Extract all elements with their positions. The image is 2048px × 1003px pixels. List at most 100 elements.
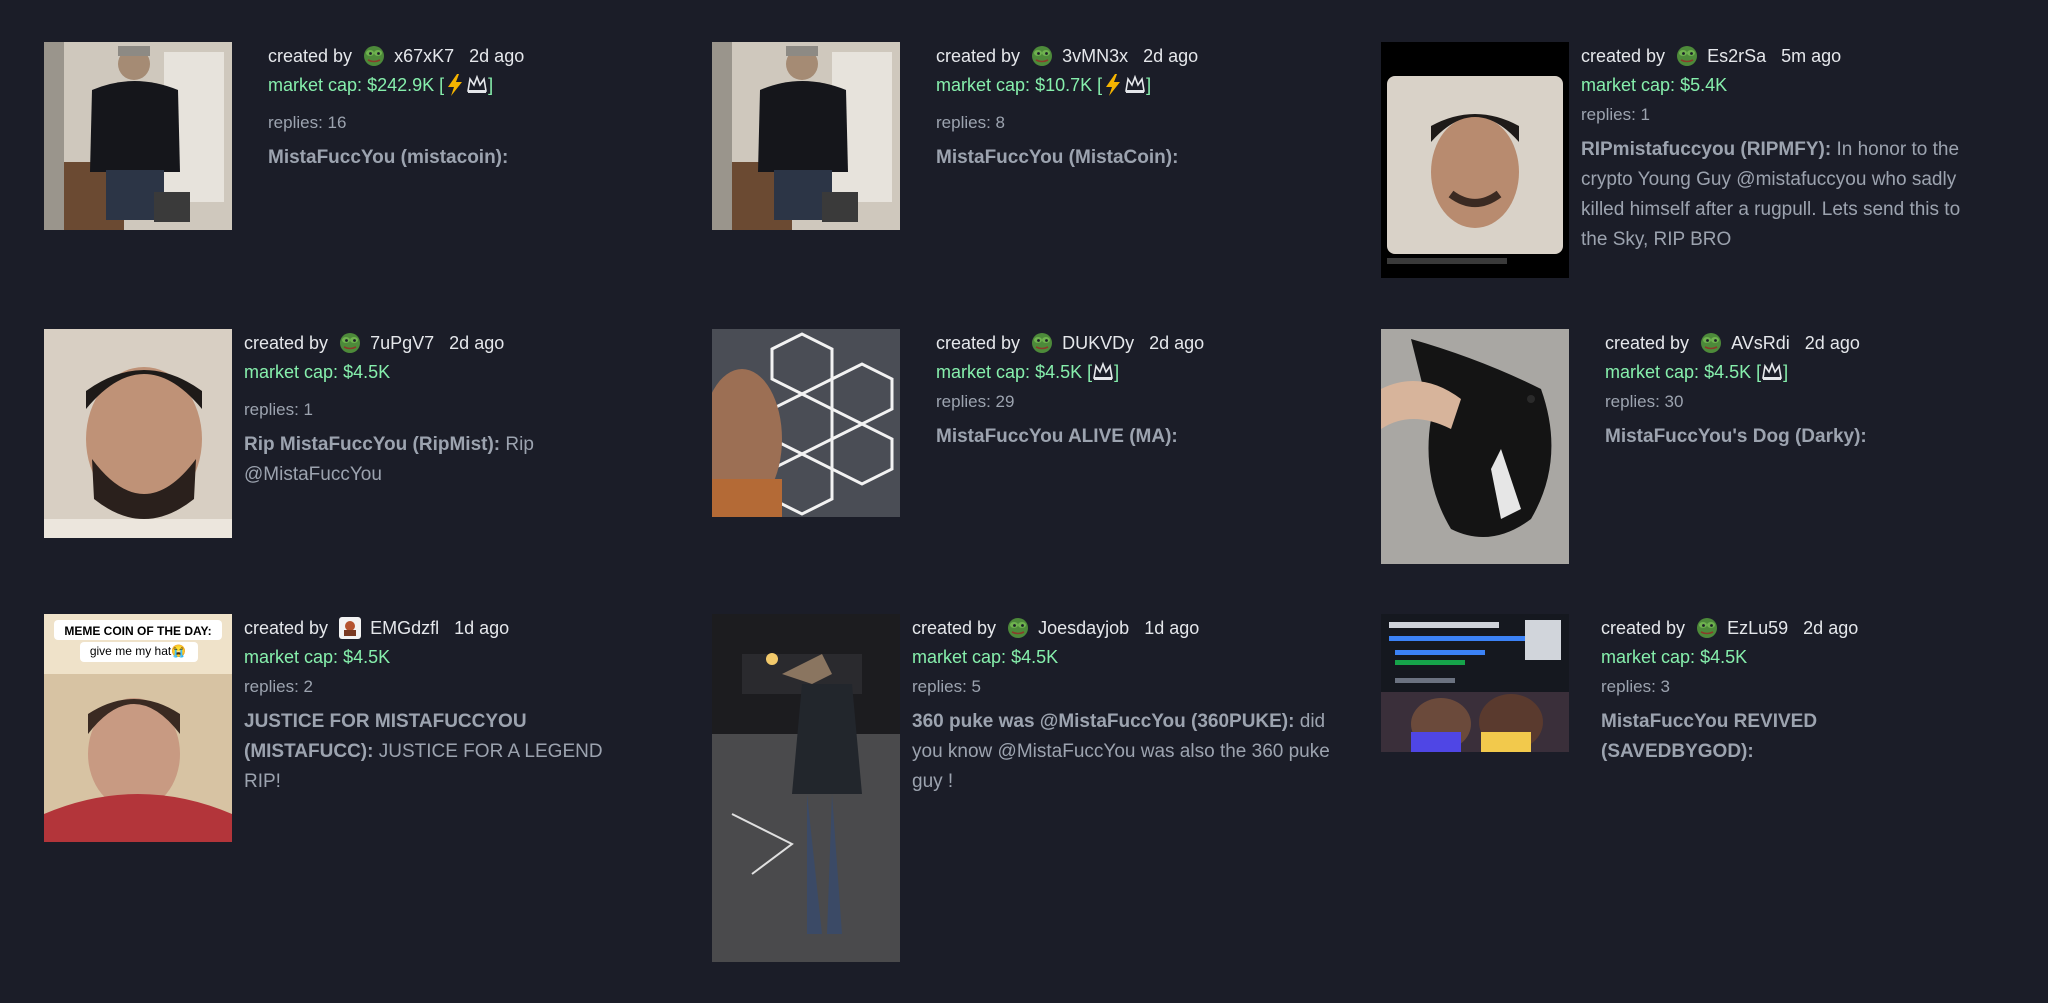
creator-username[interactable]: 7uPgV7 — [370, 333, 434, 353]
creator-username[interactable]: EMGdzfl — [370, 618, 439, 638]
coin-card[interactable]: created by Joesdayjob 1d ago market cap:… — [712, 614, 1332, 962]
market-cap: market cap: $4.5K — [912, 643, 1332, 672]
coin-image[interactable]: MEME COIN OF THE DAY: give me my hat😭 — [44, 614, 232, 842]
replies-label: replies: — [1605, 392, 1660, 411]
crown-icon — [1762, 363, 1782, 381]
hat-avatar-icon[interactable] — [339, 617, 362, 639]
man-parking-lot-image — [712, 614, 900, 962]
creator-username[interactable]: x67xK7 — [394, 46, 454, 66]
creator-line: created by DUKVDy 2d ago — [936, 329, 1204, 358]
market-cap-label: market cap: — [936, 75, 1031, 95]
coin-description: MistaFuccYou's Dog (Darky): — [1605, 422, 1867, 452]
man-puffer-jacket-image — [712, 42, 900, 230]
created-by-label: created by — [936, 46, 1021, 66]
replies-label: replies: — [936, 392, 991, 411]
created-by-label: created by — [268, 46, 353, 66]
coin-info: created by x67xK7 2d ago market cap: $24… — [268, 42, 524, 173]
pepe-frog-icon[interactable] — [339, 332, 361, 354]
created-by-label: created by — [936, 333, 1021, 353]
lightning-icon — [1106, 74, 1121, 96]
coin-description: MistaFuccYou (mistacoin): — [268, 143, 524, 173]
market-cap-value: $242.9K — [367, 75, 435, 95]
coin-card[interactable]: created by AVsRdi 2d ago market cap: $4.… — [1381, 329, 1867, 564]
creator-username[interactable]: Es2rSa — [1707, 46, 1766, 66]
market-cap-label: market cap: — [268, 75, 363, 95]
creator-line: created by 3vMN3x 2d ago — [936, 42, 1198, 71]
replies-label: replies: — [244, 677, 299, 696]
creator-username[interactable]: EzLu59 — [1727, 618, 1788, 638]
coin-title: MistaFuccYou ALIVE (MA): — [936, 426, 1178, 447]
market-cap-value: $5.4K — [1680, 75, 1728, 95]
coin-image[interactable] — [1381, 329, 1569, 564]
market-cap: market cap: $5.4K — [1581, 71, 1981, 100]
coin-title: RIPmistafuccyou (RIPMFY): — [1581, 139, 1832, 160]
coin-image[interactable] — [44, 42, 232, 230]
replies-value: 1 — [303, 400, 314, 419]
created-time: 2d ago — [1803, 618, 1859, 638]
market-cap: market cap: $4.5K [] — [936, 358, 1204, 387]
coin-card[interactable]: created by 3vMN3x 2d ago market cap: $10… — [712, 42, 1198, 230]
replies-value: 29 — [995, 392, 1015, 411]
coin-description: JUSTICE FOR MISTAFUCCYOU (MISTAFUCC): JU… — [244, 707, 644, 797]
replies-count: replies: 1 — [1581, 100, 1981, 129]
pepe-frog-icon[interactable] — [1007, 617, 1029, 639]
coin-grid: created by x67xK7 2d ago market cap: $24… — [0, 0, 2048, 1003]
pepe-frog-icon[interactable] — [1676, 45, 1698, 67]
badges: [] — [1097, 74, 1152, 96]
coin-image[interactable] — [712, 329, 900, 517]
crown-icon — [467, 76, 487, 94]
created-time: 2d ago — [469, 46, 525, 66]
market-cap-value: $4.5K — [343, 647, 391, 667]
coin-info: created by EzLu59 2d ago market cap: $4.… — [1601, 614, 1861, 767]
pepe-frog-icon[interactable] — [1700, 332, 1722, 354]
coin-card[interactable]: created by EzLu59 2d ago market cap: $4.… — [1381, 614, 1861, 767]
replies-value: 5 — [971, 677, 982, 696]
replies-count: replies: 29 — [936, 387, 1204, 416]
market-cap-label: market cap: — [1605, 362, 1700, 382]
replies-value: 16 — [327, 113, 347, 132]
created-by-label: created by — [244, 618, 329, 638]
coin-image[interactable] — [712, 614, 900, 962]
coin-image[interactable] — [1381, 614, 1569, 752]
created-by-label: created by — [1605, 333, 1690, 353]
replies-value: 3 — [1660, 677, 1671, 696]
badges: [] — [1756, 362, 1789, 382]
replies-count: replies: 2 — [244, 672, 644, 701]
coin-description: MistaFuccYou REVIVED (SAVEDBYGOD): — [1601, 707, 1861, 767]
coin-title: Rip MistaFuccYou (RipMist): — [244, 434, 501, 455]
coin-info: created by Es2rSa 5m ago market cap: $5.… — [1581, 42, 1981, 255]
coin-title: MistaFuccYou (MistaCoin): — [936, 147, 1179, 168]
pepe-frog-icon[interactable] — [363, 45, 385, 67]
creator-username[interactable]: DUKVDy — [1062, 333, 1134, 353]
creator-username[interactable]: AVsRdi — [1731, 333, 1790, 353]
coin-card[interactable]: created by DUKVDy 2d ago market cap: $4.… — [712, 329, 1204, 517]
created-by-label: created by — [244, 333, 329, 353]
black-dog-image — [1381, 329, 1569, 564]
pepe-frog-icon[interactable] — [1031, 45, 1053, 67]
creator-line: created by AVsRdi 2d ago — [1605, 329, 1867, 358]
created-time: 1d ago — [454, 618, 510, 638]
coin-card[interactable]: created by x67xK7 2d ago market cap: $24… — [44, 42, 524, 230]
meme-caption-line-2: give me my hat😭 — [89, 644, 187, 658]
coin-card[interactable]: created by 7uPgV7 2d ago market cap: $4.… — [44, 329, 574, 538]
coin-description: Rip MistaFuccYou (RipMist): Rip @MistaFu… — [244, 430, 574, 490]
pepe-frog-icon[interactable] — [1031, 332, 1053, 354]
badges: [] — [1087, 362, 1120, 382]
replies-label: replies: — [244, 400, 299, 419]
coin-title: MistaFuccYou (mistacoin): — [268, 147, 509, 168]
creator-line: created by x67xK7 2d ago — [268, 42, 524, 71]
market-cap: market cap: $10.7K [] — [936, 71, 1198, 100]
creator-username[interactable]: Joesdayjob — [1038, 618, 1129, 638]
replies-label: replies: — [268, 113, 323, 132]
coin-card[interactable]: created by Es2rSa 5m ago market cap: $5.… — [1381, 42, 1981, 278]
coin-image[interactable] — [44, 329, 232, 538]
pepe-frog-icon[interactable] — [1696, 617, 1718, 639]
market-cap: market cap: $4.5K — [244, 643, 644, 672]
market-cap-value: $4.5K — [1011, 647, 1059, 667]
replies-label: replies: — [936, 113, 991, 132]
lightning-icon — [448, 74, 463, 96]
coin-image[interactable] — [1381, 42, 1569, 278]
coin-card[interactable]: MEME COIN OF THE DAY: give me my hat😭 cr… — [44, 614, 644, 842]
coin-image[interactable] — [712, 42, 900, 230]
creator-username[interactable]: 3vMN3x — [1062, 46, 1128, 66]
